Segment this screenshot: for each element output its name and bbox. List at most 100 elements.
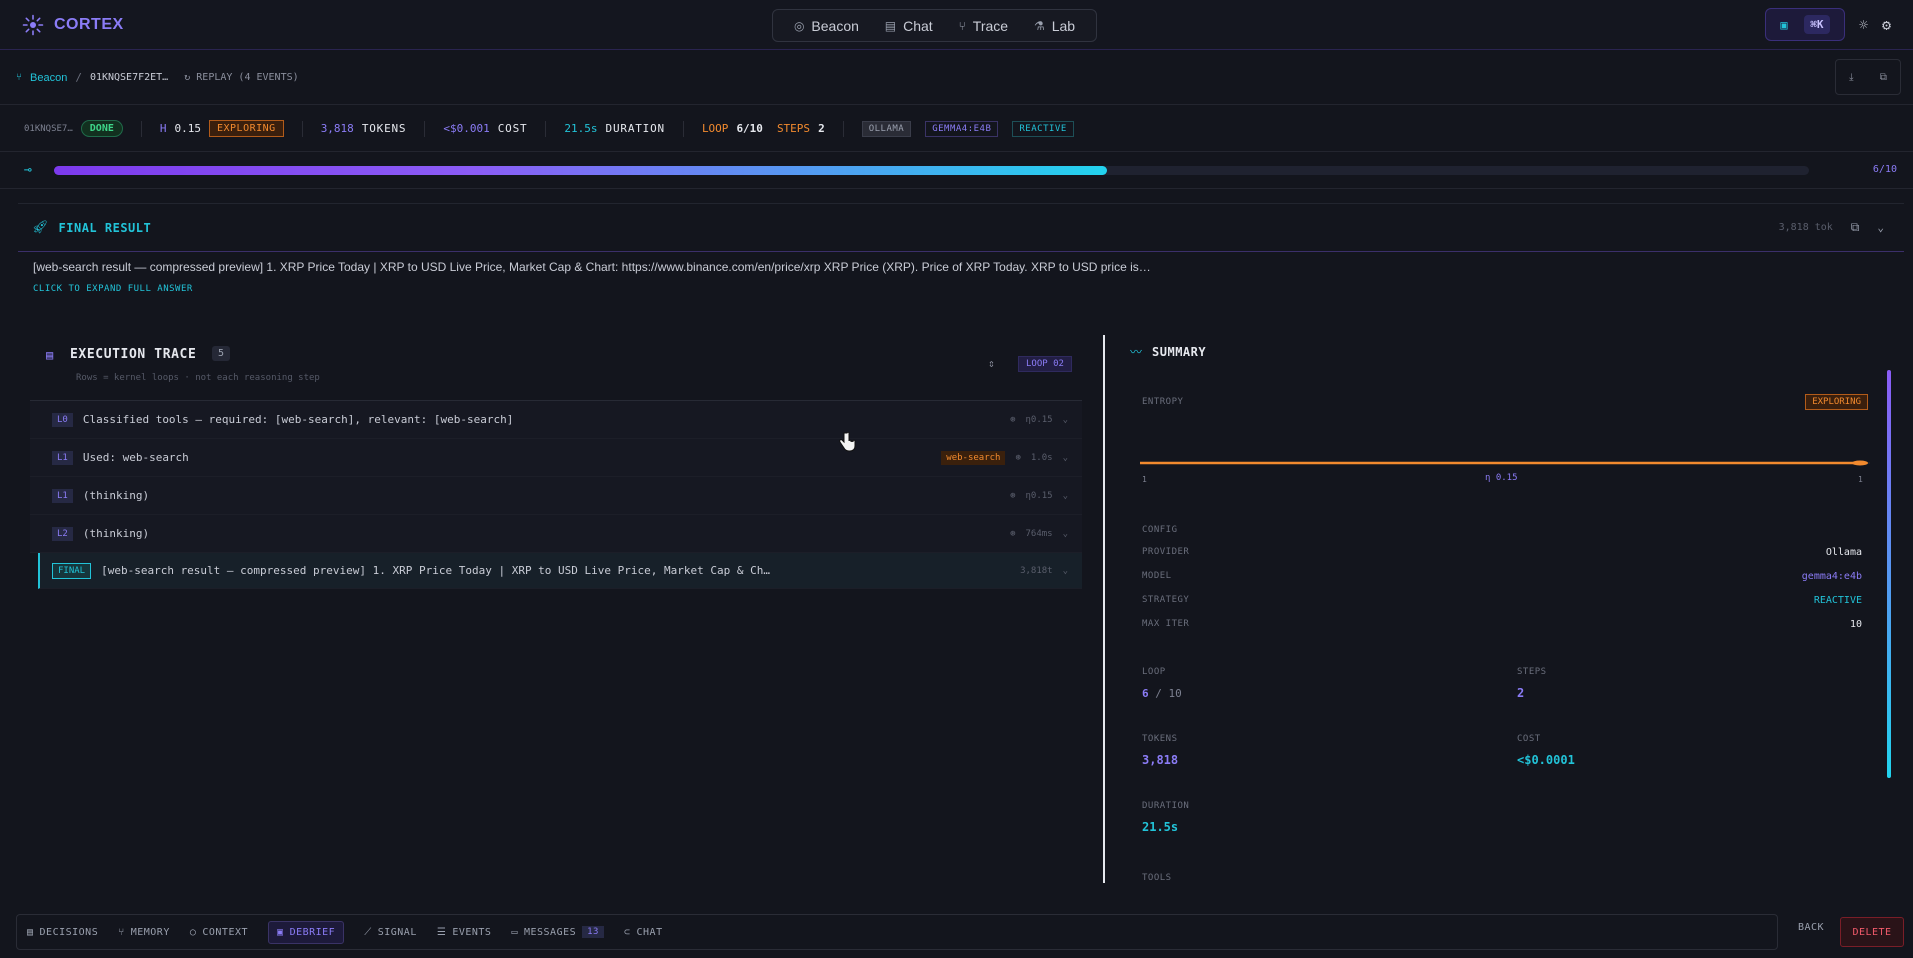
final-result-body[interactable]: [web-search result — compressed preview]… (18, 252, 1904, 294)
trace-row[interactable]: L1 Used: web-search web-search ⊛ 1.0s ⌄ (30, 439, 1082, 477)
sun-icon[interactable]: ☼ (1859, 16, 1868, 34)
final-result-panel: 🚀︎ FINAL RESULT 3,818 tok ⧉ ⌄ [web-searc… (18, 203, 1904, 323)
summary-scrollbar[interactable] (1887, 370, 1891, 778)
config-model-label: MODEL (1142, 571, 1172, 581)
final-token-count: 3,818 tok (1778, 222, 1833, 233)
tool-tag: web-search (941, 450, 1006, 465)
top-bar: CORTEX ◎ Beacon ▤ Chat ⑂ Trace ⚗ Lab ▣ ⌘… (0, 0, 1913, 50)
expand-collapse-icon[interactable]: ⇕ (988, 357, 995, 370)
panel-divider[interactable] (1103, 335, 1105, 883)
trace-row-metric: 1.0s (1030, 452, 1053, 463)
status-badge: DONE (80, 120, 123, 137)
final-result-header[interactable]: 🚀︎ FINAL RESULT 3,818 tok ⧉ ⌄ (18, 204, 1904, 252)
trace-row[interactable]: L0 Classified tools — required: [web-sea… (30, 401, 1082, 439)
summary-loop: 6 / 10 (1142, 687, 1182, 700)
breadcrumb-bar: ⑂ Beacon / 01KNQSE7F2ET… ↻ REPLAY (4 EVE… (0, 51, 1913, 105)
stat-loop: LOOP 6/10 STEPS 2 (701, 120, 844, 137)
config-max-iter-value: 10 (1849, 619, 1862, 630)
config-model-row: MODEL gemma4:e4b (1142, 571, 1862, 582)
cortex-logo-icon (22, 14, 44, 36)
loop-label: LOOP (701, 122, 729, 135)
trace-row-final[interactable]: FINAL [web-search result — compressed pr… (38, 553, 1082, 589)
run-stats-bar: 01KNQSE7… DONE H 0.15 EXPLORING 3,818 TO… (0, 106, 1913, 152)
progress-fill (54, 166, 1107, 175)
brand[interactable]: CORTEX (22, 14, 124, 36)
stat-tags: OLLAMA GEMMA4:E4B REACTIVE (861, 120, 1098, 137)
tab-signal[interactable]: ⟋ SIGNAL (364, 927, 417, 938)
config-strategy-label: STRATEGY (1142, 595, 1190, 605)
nav-trace[interactable]: ⑂ Trace (959, 18, 1008, 34)
replay-button[interactable]: ↻ REPLAY (4 EVENTS) (184, 72, 298, 83)
entropy-value: 0.15 (174, 122, 202, 135)
expand-answer-link[interactable]: CLICK TO EXPAND FULL ANSWER (33, 284, 1904, 294)
tab-debrief-label: DEBRIEF (289, 926, 336, 938)
strategy-tag: REACTIVE (1012, 120, 1074, 137)
execution-trace-title: EXECUTION TRACE (70, 347, 197, 362)
trace-count-badge: 5 (212, 346, 231, 361)
tab-signal-label: SIGNAL (377, 926, 417, 938)
summary-loop-label: LOOP (1142, 667, 1166, 677)
branch-icon: ⑂ (118, 926, 125, 938)
entropy-label: ENTROPY (1142, 397, 1184, 407)
stat-cost: <$0.001 COST (443, 120, 547, 137)
copy-link-icon[interactable]: ⧉ (1880, 72, 1887, 83)
terminal-icon: ▣ (1780, 17, 1788, 32)
config-strategy-value: REACTIVE (1813, 595, 1862, 606)
chevron-down-icon[interactable]: ⌄ (1063, 415, 1068, 425)
cost-label: COST (497, 122, 528, 135)
tab-events[interactable]: ☰ EVENTS (437, 927, 492, 938)
entropy-state-badge: EXPLORING (209, 120, 284, 137)
progress-text: 6/10 (1872, 164, 1897, 175)
tab-chat-label: CHAT (636, 926, 663, 938)
tab-messages[interactable]: ▭ MESSAGES 13 (511, 926, 604, 938)
download-icon[interactable]: ⤓ (1849, 72, 1853, 83)
trace-row[interactable]: L1 (thinking) ⊛ η0.15 ⌄ (30, 477, 1082, 515)
delete-button[interactable]: DELETE (1840, 917, 1904, 947)
config-max-iter-row: MAX ITER 10 (1142, 619, 1862, 630)
chat-icon: ⊂ (623, 926, 631, 938)
trace-row-text: (thinking) (82, 527, 150, 540)
copy-icon[interactable]: ⧉ (1851, 220, 1860, 235)
tokens-value: 3,818 (320, 122, 354, 135)
breadcrumb-root[interactable]: Beacon (30, 72, 67, 84)
summary-tokens-value: 3,818 (1142, 753, 1179, 767)
summary-loop-value: 6 (1142, 687, 1149, 700)
nav-chat[interactable]: ▤ Chat (885, 18, 933, 34)
tab-context[interactable]: ○ CONTEXT (190, 927, 248, 938)
nav-beacon[interactable]: ◎ Beacon (794, 18, 859, 34)
events-icon: ☰ (436, 926, 447, 938)
replay-label: REPLAY (4 EVENTS) (196, 72, 299, 83)
duration-value: 21.5s (564, 122, 598, 135)
config-model-value: gemma4:e4b (1801, 571, 1862, 582)
cost-value: <$0.001 (443, 122, 490, 135)
gear-icon[interactable]: ⚙ (1882, 16, 1891, 34)
chevron-down-icon[interactable]: ⌄ (1063, 491, 1068, 501)
tab-decisions-label: DECISIONS (39, 926, 99, 938)
chevron-down-icon[interactable]: ⌄ (1063, 566, 1068, 576)
chevron-down-icon[interactable]: ⌄ (1063, 529, 1068, 539)
trace-row[interactable]: L2 (thinking) ⊛ 764ms ⌄ (30, 515, 1082, 553)
nav-lab[interactable]: ⚗ Lab (1034, 18, 1075, 34)
config-max-iter-label: MAX ITER (1142, 619, 1190, 629)
main-nav: ◎ Beacon ▤ Chat ⑂ Trace ⚗ Lab (772, 9, 1097, 42)
tab-memory[interactable]: ⑂ MEMORY (118, 927, 170, 938)
loop-badge[interactable]: LOOP 02 (1018, 356, 1072, 372)
chevron-down-icon[interactable]: ⌄ (1877, 221, 1884, 234)
command-palette-button[interactable]: ▣ ⌘K (1764, 8, 1845, 41)
summary-steps-label: STEPS (1517, 667, 1547, 677)
final-result-tools: 3,818 tok ⧉ ⌄ (1779, 220, 1884, 235)
summary-tools-label: TOOLS (1142, 873, 1172, 883)
tab-chat[interactable]: ⊂ CHAT (624, 927, 663, 938)
tab-debrief[interactable]: ▣ DEBRIEF (268, 920, 345, 944)
tab-decisions[interactable]: ▤ DECISIONS (27, 927, 98, 938)
config-provider-value: Ollama (1825, 547, 1862, 558)
summary-cost-label: COST (1517, 734, 1541, 744)
back-button[interactable]: BACK (1798, 922, 1824, 933)
trace-row-text: Used: web-search (82, 451, 189, 464)
entropy-point (1852, 460, 1868, 466)
chevron-down-icon[interactable]: ⌄ (1063, 453, 1068, 463)
summary-header: 〰 SUMMARY (1130, 343, 1206, 360)
progress-track[interactable] (54, 166, 1809, 175)
entropy-chart[interactable] (1140, 433, 1870, 473)
trace-row-metric: 3,818t (1020, 565, 1053, 576)
